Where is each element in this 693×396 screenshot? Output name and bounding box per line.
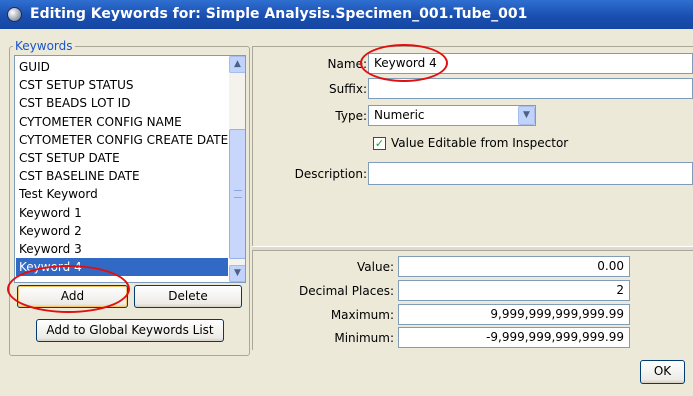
list-item[interactable]: Test Keyword (16, 185, 228, 203)
window-icon (7, 7, 22, 22)
list-item[interactable]: Keyword 2 (16, 222, 228, 240)
list-item[interactable]: Keyword 1 (16, 204, 228, 222)
name-field[interactable]: Keyword 4 (368, 53, 693, 74)
maximum-label: Maximum: (330, 308, 394, 322)
chevron-down-icon[interactable]: ▼ (518, 106, 535, 125)
list-item[interactable]: CST SETUP DATE (16, 149, 228, 167)
checkmark-icon: ✓ (374, 137, 385, 150)
list-item[interactable]: Keyword 3 (16, 240, 228, 258)
value-field[interactable]: 0.00 (398, 256, 630, 277)
list-item[interactable]: GUID (16, 58, 228, 76)
editable-checkbox[interactable]: ✓ (373, 137, 386, 150)
delete-button[interactable]: Delete (134, 285, 242, 308)
type-select[interactable]: Numeric ▼ (368, 105, 536, 126)
editable-checkbox-label: Value Editable from Inspector (391, 136, 569, 150)
list-item[interactable]: CST BEADS LOT ID (16, 94, 228, 112)
chevron-up-icon[interactable]: ▲ (229, 56, 245, 73)
value-label: Value: (357, 260, 394, 274)
window-title: Editing Keywords for: Simple Analysis.Sp… (30, 6, 528, 22)
description-field[interactable] (368, 162, 693, 185)
decimal-places-label: Decimal Places: (299, 284, 394, 298)
minimum-field[interactable]: -9,999,999,999,999.99 (398, 327, 630, 348)
ok-button[interactable]: OK (640, 360, 685, 384)
list-item[interactable]: CYTOMETER CONFIG NAME (16, 113, 228, 131)
scrollbar-thumb[interactable] (229, 129, 245, 259)
list-item[interactable]: CST BASELINE DATE (16, 167, 228, 185)
maximum-field[interactable]: 9,999,999,999,999.99 (398, 304, 630, 325)
list-scrollbar[interactable]: ▲ ▼ (229, 56, 245, 282)
suffix-field[interactable] (368, 78, 693, 99)
keywords-dialog: Editing Keywords for: Simple Analysis.Sp… (0, 0, 693, 396)
list-item[interactable]: Keyword 4 (16, 258, 228, 277)
name-label: Name: (327, 57, 367, 71)
add-to-global-keywords-button[interactable]: Add to Global Keywords List (36, 319, 224, 342)
list-item[interactable]: CST SETUP STATUS (16, 76, 228, 94)
type-select-value: Numeric (374, 108, 425, 122)
keywords-list[interactable]: GUID CST SETUP STATUS CST BEADS LOT ID CYTO… (14, 55, 246, 283)
minimum-label: Minimum: (334, 331, 394, 345)
type-label: Type: (335, 109, 367, 123)
add-button[interactable]: Add (17, 285, 128, 308)
decimal-places-field[interactable]: 2 (398, 280, 630, 301)
chevron-down-icon[interactable]: ▼ (229, 265, 245, 282)
list-item[interactable]: CYTOMETER CONFIG CREATE DATE (16, 131, 228, 149)
keywords-group-label: Keywords (13, 39, 75, 53)
suffix-label: Suffix: (329, 82, 367, 96)
description-label: Description: (294, 167, 367, 181)
title-bar: Editing Keywords for: Simple Analysis.Sp… (0, 0, 693, 29)
grip-icon (234, 190, 242, 198)
